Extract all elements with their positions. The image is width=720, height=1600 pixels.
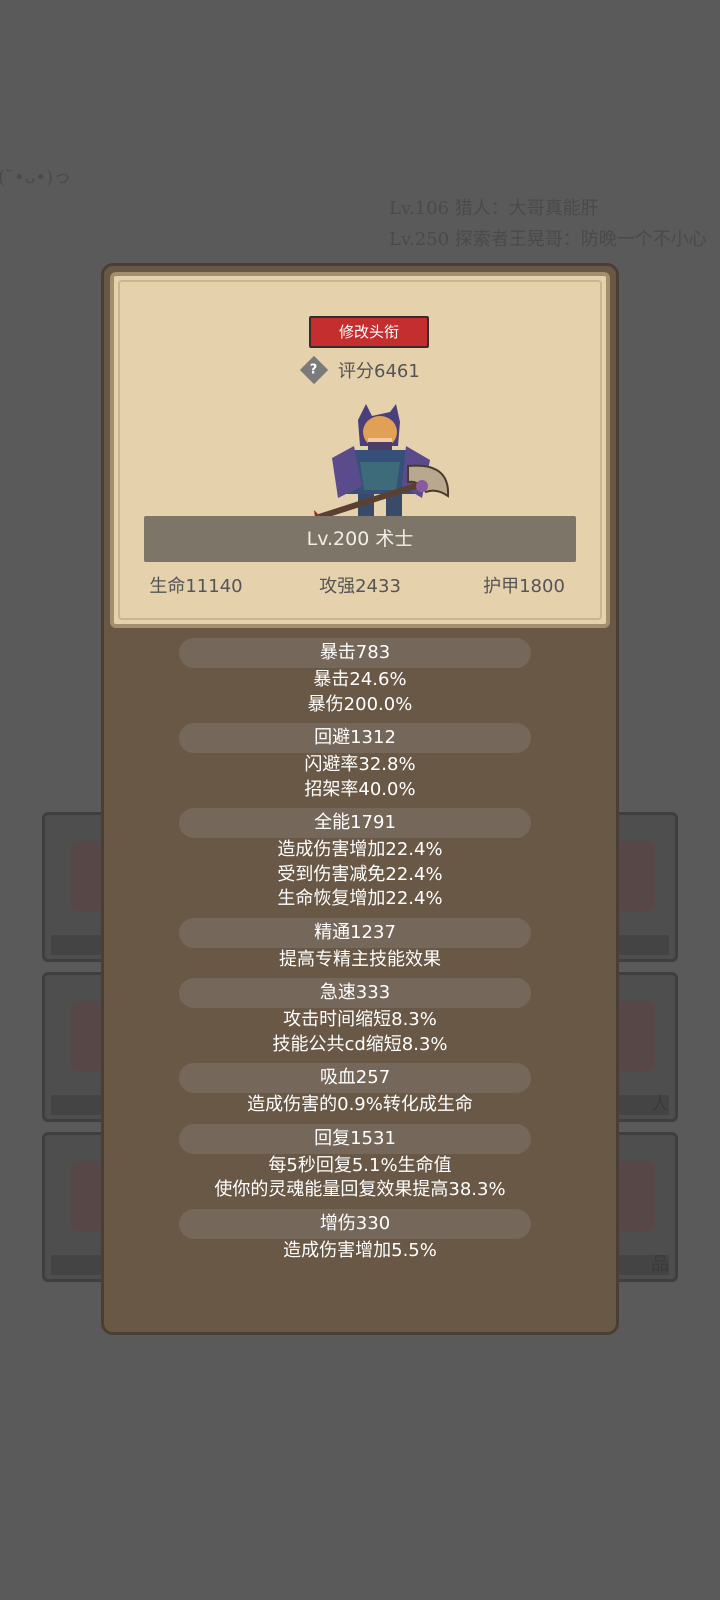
attribute-detail: 闪避率32.8% <box>304 754 416 775</box>
attribute-header: 精通1237 <box>179 917 531 948</box>
core-stats: 生命11140 攻强2433 护甲1800 <box>114 572 606 598</box>
attribute-group: 暴击783 暴击24.6% 暴伤200.0% <box>104 638 616 717</box>
attribute-detail: 暴伤200.0% <box>307 693 413 715</box>
attribute-detail: 招架率40.0% <box>304 778 416 800</box>
attribute-header: 全能1791 <box>179 808 531 838</box>
chat-emoticon: (˘•ᴗ•)っ <box>0 167 72 188</box>
stat-attack-power: 攻强2433 <box>319 576 401 597</box>
attribute-detail: 攻击时间缩短8.3% <box>283 1009 437 1030</box>
attribute-header: 回避1312 <box>179 723 531 753</box>
attribute-detail: 造成伤害增加22.4% <box>277 839 443 860</box>
attribute-detail: 技能公共cd缩短8.3% <box>272 1033 448 1055</box>
stat-armor: 护甲1800 <box>483 576 565 597</box>
attribute-detail: 使你的灵魂能量回复效果提高38.3% <box>214 1179 506 1200</box>
edit-title-button[interactable]: 修改头衔 <box>309 316 429 348</box>
help-icon[interactable]: ? <box>299 355 329 385</box>
attribute-detail: 生命恢复增加22.4% <box>277 888 443 909</box>
attribute-group: 吸血257 造成伤害的0.9%转化成生命 <box>104 1063 616 1118</box>
attribute-detail: 每5秒回复5.1%生命值 <box>268 1154 452 1176</box>
attribute-group: 急速333 攻击时间缩短8.3% 技能公共cd缩短8.3% <box>104 978 616 1057</box>
attribute-header: 增伤330 <box>179 1208 531 1239</box>
attribute-group: 回复1531 每5秒回复5.1%生命值使你的灵魂能量回复效果提高38.3% <box>104 1123 616 1203</box>
attribute-detail: 提高专精主技能效果 <box>279 948 441 970</box>
character-avatar <box>314 404 450 526</box>
score-label: 评分6461 <box>338 361 420 382</box>
chat-line: Lv.106 猎人：大哥真能肝 <box>389 198 599 219</box>
character-info-dialog: 修改头衔 ? 评分6461 Lv.200 术士 生命11140 攻强2433 护… <box>101 263 619 1335</box>
attribute-header: 暴击783 <box>179 638 531 668</box>
attribute-group: 回避1312 闪避率32.8% 招架率40.0% <box>104 723 616 802</box>
level-class-banner: Lv.200 术士 <box>144 516 576 562</box>
attribute-detail: 受到伤害减免22.4% <box>277 863 443 885</box>
attribute-list: 暴击783 暴击24.6% 暴伤200.0% 回避1312 闪避率32.8% 招架率40.… <box>104 632 616 1263</box>
stat-health: 生命11140 <box>149 576 243 597</box>
attribute-group: 精通1237 提高专精主技能效果 <box>104 917 616 973</box>
attribute-group: 全能1791 造成伤害增加22.4% 受到伤害减免22.4% 生命恢复增加22.4% <box>104 808 616 912</box>
attribute-detail: 造成伤害的0.9%转化成生命 <box>247 1094 473 1115</box>
attribute-header: 回复1531 <box>179 1123 531 1154</box>
attribute-header: 吸血257 <box>179 1063 531 1093</box>
attribute-header: 急速333 <box>179 978 531 1008</box>
help-icon-glyph: ? <box>310 362 318 378</box>
score-row: ? 评分6461 <box>299 355 420 385</box>
attribute-group: 增伤330 造成伤害增加5.5% <box>104 1208 616 1264</box>
chat-line: Lv.250 探索者王晃哥：防晚一个不小心 <box>389 229 707 250</box>
attribute-detail: 造成伤害增加5.5% <box>283 1239 437 1261</box>
character-card: 修改头衔 ? 评分6461 Lv.200 术士 生命11140 攻强2433 护… <box>110 272 610 628</box>
attribute-detail: 暴击24.6% <box>313 669 407 690</box>
